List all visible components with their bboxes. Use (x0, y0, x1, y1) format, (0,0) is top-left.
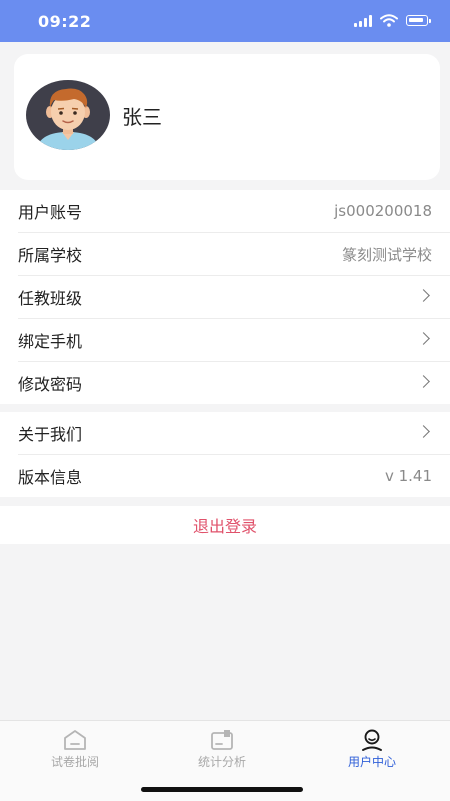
chevron-right-icon (417, 289, 430, 302)
status-icons (354, 14, 431, 27)
change-password-row[interactable]: 修改密码 (18, 362, 450, 404)
status-time: 09:22 (38, 12, 92, 31)
profile-card[interactable]: 张三 (14, 54, 440, 180)
wifi-icon (380, 14, 398, 27)
tab-label: 试卷批阅 (50, 755, 99, 769)
profile-section: 张三 (0, 42, 450, 188)
tab-paper-review[interactable]: 试卷批阅 (0, 721, 150, 777)
version-row: 版本信息 v 1.41 (18, 455, 450, 497)
tab-label: 用户中心 (347, 755, 396, 769)
version-label: 版本信息 (18, 468, 83, 487)
account-value: js000200018 (334, 202, 432, 220)
battery-icon (406, 15, 431, 26)
about-us-label: 关于我们 (18, 425, 83, 444)
bind-phone-row[interactable]: 绑定手机 (18, 319, 450, 362)
tab-statistics[interactable]: 统计分析 (147, 721, 297, 777)
user-name: 张三 (122, 105, 162, 129)
status-bar: 09:22 (0, 0, 450, 42)
account-row: 用户账号 js000200018 (18, 190, 450, 233)
signal-icon (354, 14, 372, 27)
teaching-class-row[interactable]: 任教班级 (18, 276, 450, 319)
logout-button[interactable]: 退出登录 (0, 506, 450, 544)
statistics-icon (211, 730, 233, 750)
account-label: 用户账号 (18, 203, 83, 222)
school-row: 所属学校 篆刻测试学校 (18, 233, 450, 276)
school-label: 所属学校 (18, 246, 83, 265)
teaching-class-label: 任教班级 (18, 289, 83, 308)
school-value: 篆刻测试学校 (341, 245, 432, 264)
tab-label: 统计分析 (197, 755, 246, 769)
account-info-list: 用户账号 js000200018 所属学校 篆刻测试学校 任教班级 绑定手机 修… (0, 190, 450, 404)
bind-phone-label: 绑定手机 (18, 332, 83, 351)
chevron-right-icon (417, 425, 430, 438)
version-value: v 1.41 (384, 467, 432, 485)
change-password-label: 修改密码 (18, 375, 83, 394)
about-us-row[interactable]: 关于我们 (18, 412, 450, 455)
home-icon (64, 730, 86, 750)
avatar (26, 80, 110, 150)
chevron-right-icon (417, 375, 430, 388)
user-icon (362, 729, 382, 751)
tab-user-center[interactable]: 用户中心 (297, 721, 447, 777)
about-list: 关于我们 版本信息 v 1.41 (0, 412, 450, 497)
chevron-right-icon (417, 332, 430, 345)
home-indicator (141, 787, 303, 792)
